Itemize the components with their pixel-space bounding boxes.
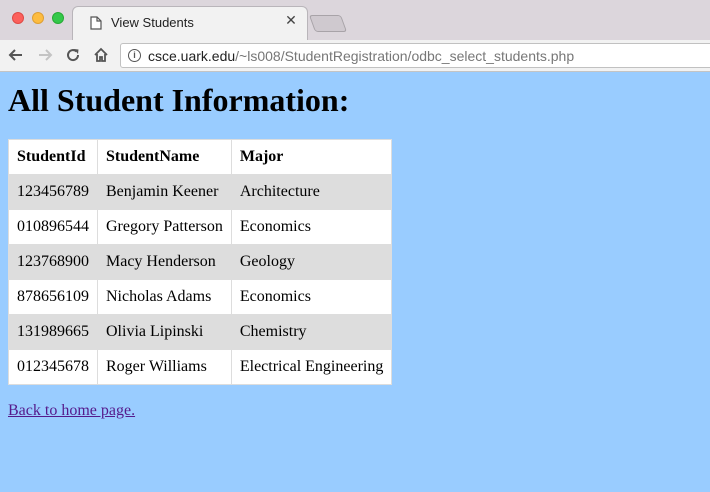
reload-icon: [67, 49, 80, 62]
url-host: csce.uark.edu: [148, 48, 236, 64]
back-to-home-link[interactable]: Back to home page.: [8, 402, 135, 420]
home-button[interactable]: [90, 44, 112, 66]
new-tab-button[interactable]: [308, 15, 348, 32]
tab-title: View Students: [111, 15, 194, 30]
cell-student-id: 123768900: [8, 244, 98, 280]
url-path: /~ls008/StudentRegistration/odbc_select_…: [235, 48, 575, 64]
page-title: All Student Information:: [8, 82, 350, 118]
table-row: 123768900 Macy Henderson Geology: [8, 244, 393, 280]
forward-button[interactable]: [34, 44, 56, 66]
cell-student-id: 010896544: [8, 209, 98, 245]
back-button[interactable]: [5, 44, 27, 66]
cell-student-name: Nicholas Adams: [97, 279, 232, 315]
url-text: csce.uark.edu/~ls008/StudentRegistration…: [148, 48, 574, 64]
cell-student-name: Macy Henderson: [97, 244, 232, 280]
cell-student-name: Gregory Patterson: [97, 209, 232, 245]
table-row: 878656109 Nicholas Adams Economics: [8, 279, 393, 315]
column-header-studentname: StudentName: [97, 139, 232, 175]
arrow-left-icon: [8, 49, 22, 61]
page-content: All Student Information: StudentId Stude…: [8, 72, 393, 419]
cell-major: Architecture: [230, 174, 393, 210]
column-header-studentid: StudentId: [8, 139, 98, 175]
browser-titlebar: View Students ✕: [0, 0, 710, 40]
cell-student-name: Benjamin Keener: [97, 174, 232, 210]
document-icon: [90, 16, 102, 30]
cell-major: Economics: [230, 209, 393, 245]
cell-student-id: 878656109: [8, 279, 98, 315]
table-row: 131989665 Olivia Lipinski Chemistry: [8, 314, 393, 350]
maximize-window-button[interactable]: [52, 12, 64, 24]
browser-toolbar: i csce.uark.edu/~ls008/StudentRegistrati…: [0, 40, 710, 72]
table-row: 123456789 Benjamin Keener Architecture: [8, 174, 393, 210]
cell-student-id: 123456789: [8, 174, 98, 210]
cell-student-id: 012345678: [8, 349, 98, 385]
cell-major: Economics: [230, 279, 393, 315]
table-row: 010896544 Gregory Patterson Economics: [8, 209, 393, 245]
address-bar[interactable]: i csce.uark.edu/~ls008/StudentRegistrati…: [120, 43, 710, 68]
cell-major: Chemistry: [230, 314, 393, 350]
cell-student-name: Roger Williams: [97, 349, 232, 385]
close-tab-icon[interactable]: ✕: [283, 13, 299, 29]
cell-student-id: 131989665: [8, 314, 98, 350]
reload-button[interactable]: [62, 44, 84, 66]
browser-tab[interactable]: View Students ✕: [72, 6, 308, 40]
students-table: StudentId StudentName Major 123456789 Be…: [8, 139, 393, 385]
home-icon: [94, 47, 108, 62]
table-header-row: StudentId StudentName Major: [8, 139, 393, 175]
cell-student-name: Olivia Lipinski: [97, 314, 232, 350]
cell-major: Electrical Engineering: [230, 349, 393, 385]
column-header-major: Major: [230, 139, 393, 175]
minimize-window-button[interactable]: [32, 12, 44, 24]
close-window-button[interactable]: [12, 12, 24, 24]
table-row: 012345678 Roger Williams Electrical Engi…: [8, 349, 393, 385]
arrow-right-icon: [39, 49, 53, 61]
info-icon[interactable]: i: [128, 49, 141, 62]
cell-major: Geology: [230, 244, 393, 280]
